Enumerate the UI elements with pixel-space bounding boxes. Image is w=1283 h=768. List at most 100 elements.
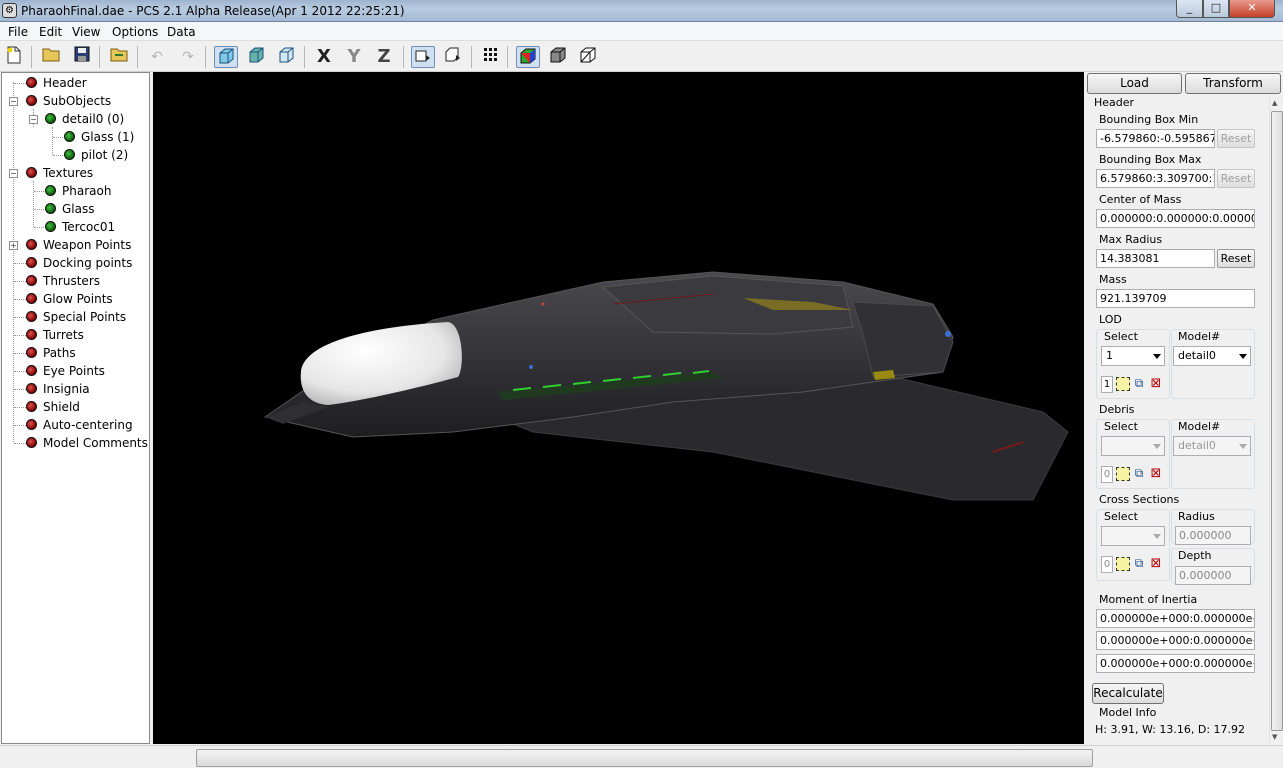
clear-selection-icon[interactable]: ⊠ (1149, 377, 1163, 391)
wireframe-view-icon[interactable] (274, 46, 298, 68)
select-mode-icon[interactable]: ⧉ (1131, 375, 1147, 391)
tree-item-eye-points[interactable]: Eye Points (26, 362, 105, 380)
menu-view[interactable]: View (72, 25, 100, 39)
grid-icon[interactable] (478, 46, 502, 68)
tree-item-special-points[interactable]: Special Points (26, 308, 126, 326)
tree-item-glass[interactable]: Glass (1) (64, 128, 134, 146)
open-folder-icon[interactable] (107, 46, 131, 68)
color-mode-icon[interactable] (516, 46, 540, 68)
center-of-mass-field[interactable]: 0.000000:0.000000:0.000000 (1096, 209, 1255, 228)
lod-model-combo[interactable]: detail0 (1173, 346, 1251, 366)
lod-select-combo[interactable]: 1 (1101, 346, 1165, 366)
debris-select-combo[interactable] (1101, 436, 1165, 456)
cross-select-combo[interactable] (1101, 526, 1165, 546)
tree-item-shield[interactable]: Shield (26, 398, 80, 416)
tree-item-glow-points[interactable]: Glow Points (26, 290, 113, 308)
radius-field[interactable]: 0.000000 (1175, 526, 1251, 545)
maximize-button[interactable]: □ (1203, 0, 1229, 18)
debris-spin-field[interactable]: 0 (1101, 466, 1113, 483)
cross-spin-field[interactable]: 0 (1101, 556, 1113, 573)
tree-item-turrets[interactable]: Turrets (26, 326, 84, 344)
clear-selection-icon[interactable]: ⊠ (1149, 557, 1163, 571)
moi-row-3-field[interactable]: 0.000000e+000:0.000000e+00 (1096, 654, 1255, 673)
tree-item-label: Shield (43, 400, 80, 414)
collapse-icon[interactable]: − (9, 169, 18, 178)
solid-view-icon[interactable] (214, 46, 238, 68)
tree-item-textures[interactable]: Textures (26, 164, 93, 182)
tree-item-texture-tercoc[interactable]: Tercoc01 (45, 218, 115, 236)
expand-icon[interactable]: + (9, 241, 18, 250)
toolbar-separator (137, 46, 138, 68)
redo-icon[interactable]: ↷ (176, 46, 200, 68)
select-box-icon[interactable] (1116, 467, 1130, 481)
menu-file[interactable]: File (8, 25, 28, 39)
panel-scrollbar[interactable]: ▲ ▼ (1269, 97, 1283, 744)
tree-item-weapon-points[interactable]: Weapon Points (26, 236, 131, 254)
scroll-down-icon[interactable]: ▼ (1272, 733, 1277, 741)
recalculate-button[interactable]: Recalculate (1092, 683, 1164, 704)
tree-item-insignia[interactable]: Insignia (26, 380, 90, 398)
properties-panel: Load Transform Header Bounding Box Min -… (1087, 72, 1283, 744)
menu-options[interactable]: Options (112, 25, 158, 39)
horizontal-scrollbar[interactable] (196, 749, 1093, 767)
tree-item-subobjects[interactable]: SubObjects (26, 92, 111, 110)
scroll-up-icon[interactable]: ▲ (1272, 99, 1277, 107)
select-mode-icon[interactable]: ⧉ (1131, 555, 1147, 571)
tree-item-thrusters[interactable]: Thrusters (26, 272, 100, 290)
scrollbar-thumb[interactable] (1271, 111, 1283, 731)
tree-item-docking-points[interactable]: Docking points (26, 254, 132, 272)
tree-item-model-comments[interactable]: Model Comments (26, 434, 148, 452)
menu-bar: File Edit View Options Data (0, 22, 1283, 41)
clear-selection-icon[interactable]: ⊠ (1149, 467, 1163, 481)
save-icon[interactable] (70, 46, 94, 68)
gray-cube-icon[interactable] (546, 46, 570, 68)
collapse-icon[interactable]: − (9, 97, 18, 106)
max-radius-reset-button[interactable]: Reset (1217, 249, 1255, 268)
tree-item-paths[interactable]: Paths (26, 344, 76, 362)
moi-row-1-field[interactable]: 0.000000e+000:0.000000e+00 (1096, 609, 1255, 628)
tree-item-detail0[interactable]: detail0 (0) (45, 110, 124, 128)
select-box-icon[interactable] (1116, 377, 1130, 391)
menu-data[interactable]: Data (167, 25, 196, 39)
bbox-min-field[interactable]: -6.579860:-0.595867:- (1096, 129, 1215, 148)
bbox-max-field[interactable]: 6.579860:3.309700:11 (1096, 169, 1215, 188)
textured-view-icon[interactable] (244, 46, 268, 68)
tree-item-pilot[interactable]: pilot (2) (64, 146, 128, 164)
view-mode-a-icon[interactable] (411, 46, 435, 68)
tree-item-auto-centering[interactable]: Auto-centering (26, 416, 133, 434)
model-tree[interactable]: Header − SubObjects − detail0 (0) Glass … (1, 72, 150, 744)
undo-icon[interactable]: ↶ (145, 46, 169, 68)
debris-model-combo[interactable]: detail0 (1173, 436, 1251, 456)
bbox-min-reset-button[interactable]: Reset (1217, 129, 1255, 148)
mass-field[interactable]: 921.139709 (1096, 289, 1255, 308)
axis-y-icon[interactable]: Y (342, 46, 366, 68)
select-box-icon[interactable] (1116, 557, 1130, 571)
model-viewport[interactable] (153, 72, 1084, 744)
tree-item-header[interactable]: Header (26, 74, 87, 92)
collapse-icon[interactable]: − (29, 115, 38, 124)
transform-button[interactable]: Transform (1185, 73, 1281, 94)
wire-cube-icon[interactable] (576, 46, 600, 68)
bbox-max-reset-button[interactable]: Reset (1217, 169, 1255, 188)
tree-item-label: Textures (43, 166, 94, 180)
cross-sections-label: Cross Sections (1099, 493, 1180, 506)
green-node-icon (45, 203, 56, 214)
select-mode-icon[interactable]: ⧉ (1131, 465, 1147, 481)
open-folder-icon[interactable] (39, 46, 63, 68)
axis-z-icon[interactable]: Z (372, 46, 396, 68)
lod-spin-field[interactable]: 1 (1101, 376, 1113, 393)
minimize-button[interactable]: _ (1176, 0, 1203, 18)
tree-item-texture-glass[interactable]: Glass (45, 200, 95, 218)
menu-edit[interactable]: Edit (39, 25, 62, 39)
new-file-icon[interactable] (2, 46, 26, 68)
close-button[interactable]: ✕ (1229, 0, 1275, 18)
tree-line (14, 443, 26, 444)
moi-row-2-field[interactable]: 0.000000e+000:0.000000e+00 (1096, 631, 1255, 650)
load-button[interactable]: Load (1087, 73, 1182, 94)
view-mode-b-icon[interactable] (441, 46, 465, 68)
axis-x-icon[interactable]: X (312, 46, 336, 68)
depth-field[interactable]: 0.000000 (1175, 566, 1251, 585)
tree-item-texture-pharaoh[interactable]: Pharaoh (45, 182, 111, 200)
tree-item-label: Glass (62, 202, 95, 216)
max-radius-field[interactable]: 14.383081 (1096, 249, 1215, 268)
